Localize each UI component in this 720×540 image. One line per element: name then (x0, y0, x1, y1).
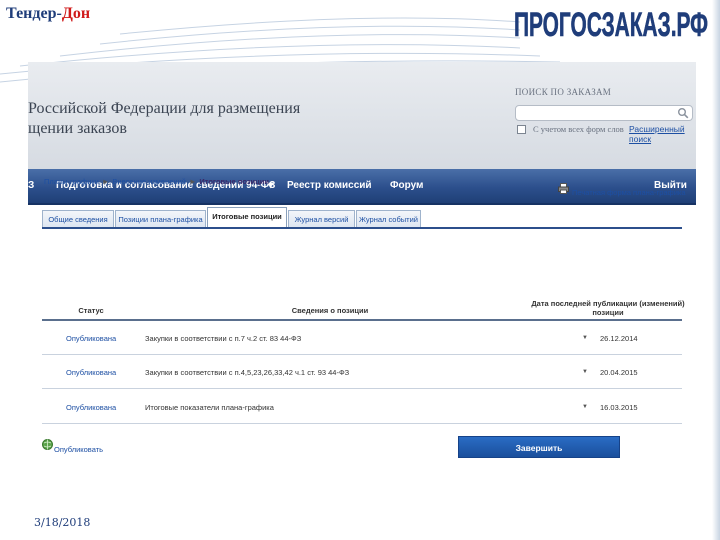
site-title-line2: щении заказов (28, 120, 127, 137)
brand-title: Тендер-Дон (6, 5, 90, 23)
brand-title-part2: Дон (61, 5, 91, 22)
column-header-date-line1: Дата последней публикации (изменений) (531, 299, 685, 308)
breadcrumb-current: Итоговые позиции (199, 177, 269, 186)
breadcrumb-separator: ► (188, 177, 197, 186)
nav-item-commissions[interactable]: Реестр комиссий (287, 180, 372, 191)
row-date: 16.03.2015 (600, 403, 638, 412)
row-divider (42, 423, 682, 424)
word-forms-label: С учетом всех форм слов (533, 124, 624, 134)
word-forms-checkbox[interactable] (517, 125, 526, 134)
row-status[interactable]: Опубликована (66, 403, 116, 412)
nav-item-forum[interactable]: Форум (390, 180, 423, 191)
row-expand-icon[interactable]: ▼ (582, 404, 588, 410)
row-date: 20.04.2015 (600, 368, 638, 377)
row-status[interactable]: Опубликована (66, 368, 116, 377)
row-status[interactable]: Опубликована (66, 334, 116, 343)
tab-final-positions[interactable]: Итоговые позиции (207, 207, 287, 228)
column-header-date: Дата последней публикации (изменений) по… (528, 299, 688, 317)
column-header-info: Сведения о позиции (291, 306, 369, 315)
slide-right-border (712, 0, 720, 540)
row-expand-icon[interactable]: ▼ (582, 369, 588, 375)
row-date: 26.12.2014 (600, 334, 638, 343)
column-header-status: Статус (78, 306, 104, 315)
brand-title-part1: Тендер- (6, 5, 62, 22)
goszakaz-logo: ПРОГОСЗАКАЗ.РФ (514, 6, 709, 44)
site-header: Российской Федерации для размещения щени… (28, 62, 696, 169)
tab-event-log[interactable]: Журнал событий (356, 210, 421, 227)
breadcrumb: Планы-графики ► Внесение изменений ► Итоговы… (44, 177, 269, 186)
row-info: Закупки в соответствии с п.7 ч.2 ст. 83 … (145, 334, 302, 343)
slide-date: 3/18/2018 (34, 516, 91, 529)
tab-version-log[interactable]: Журнал версий (288, 210, 355, 227)
nav-item-partial[interactable]: З (28, 180, 34, 191)
tab-underline (42, 227, 682, 229)
search-label: ПОИСК ПО ЗАКАЗАМ (515, 87, 612, 97)
row-info: Итоговые показатели плана-графика (145, 403, 274, 412)
site-title-line1: Российской Федерации для размещения (28, 100, 301, 117)
advanced-search-link[interactable]: Расширенный поиск (629, 124, 696, 144)
table-header-divider (42, 319, 682, 321)
website-screenshot: Российской Федерации для размещения щени… (28, 62, 696, 490)
finish-button[interactable]: Завершить (458, 436, 620, 458)
row-divider (42, 388, 682, 389)
logo-text: ПРОГОСЗАКАЗ.РФ (514, 6, 708, 44)
breadcrumb-plans[interactable]: Планы-графики (44, 177, 99, 186)
row-divider (42, 354, 682, 355)
search-input[interactable] (515, 105, 693, 121)
main-nav: З Подготовка и согласование сведений 94-… (28, 169, 696, 205)
breadcrumb-changes[interactable]: Внесение изменений (112, 177, 186, 186)
tab-plan-positions[interactable]: Позиции плана-графика (115, 210, 206, 227)
search-icon[interactable] (677, 107, 689, 119)
row-info: Закупки в соответствии с п.4,5,23,26,33,… (145, 368, 350, 377)
row-expand-icon[interactable]: ▼ (582, 335, 588, 341)
publish-link[interactable]: Опубликовать (54, 445, 103, 454)
tab-general-info[interactable]: Общие сведения (42, 210, 114, 227)
column-header-date-line2: позиции (592, 308, 624, 317)
print-form-link[interactable]: Печатная форма плана-графика (572, 188, 686, 197)
printer-icon[interactable] (558, 183, 569, 194)
breadcrumb-separator: ► (101, 177, 110, 186)
publish-globe-icon[interactable] (42, 439, 53, 450)
